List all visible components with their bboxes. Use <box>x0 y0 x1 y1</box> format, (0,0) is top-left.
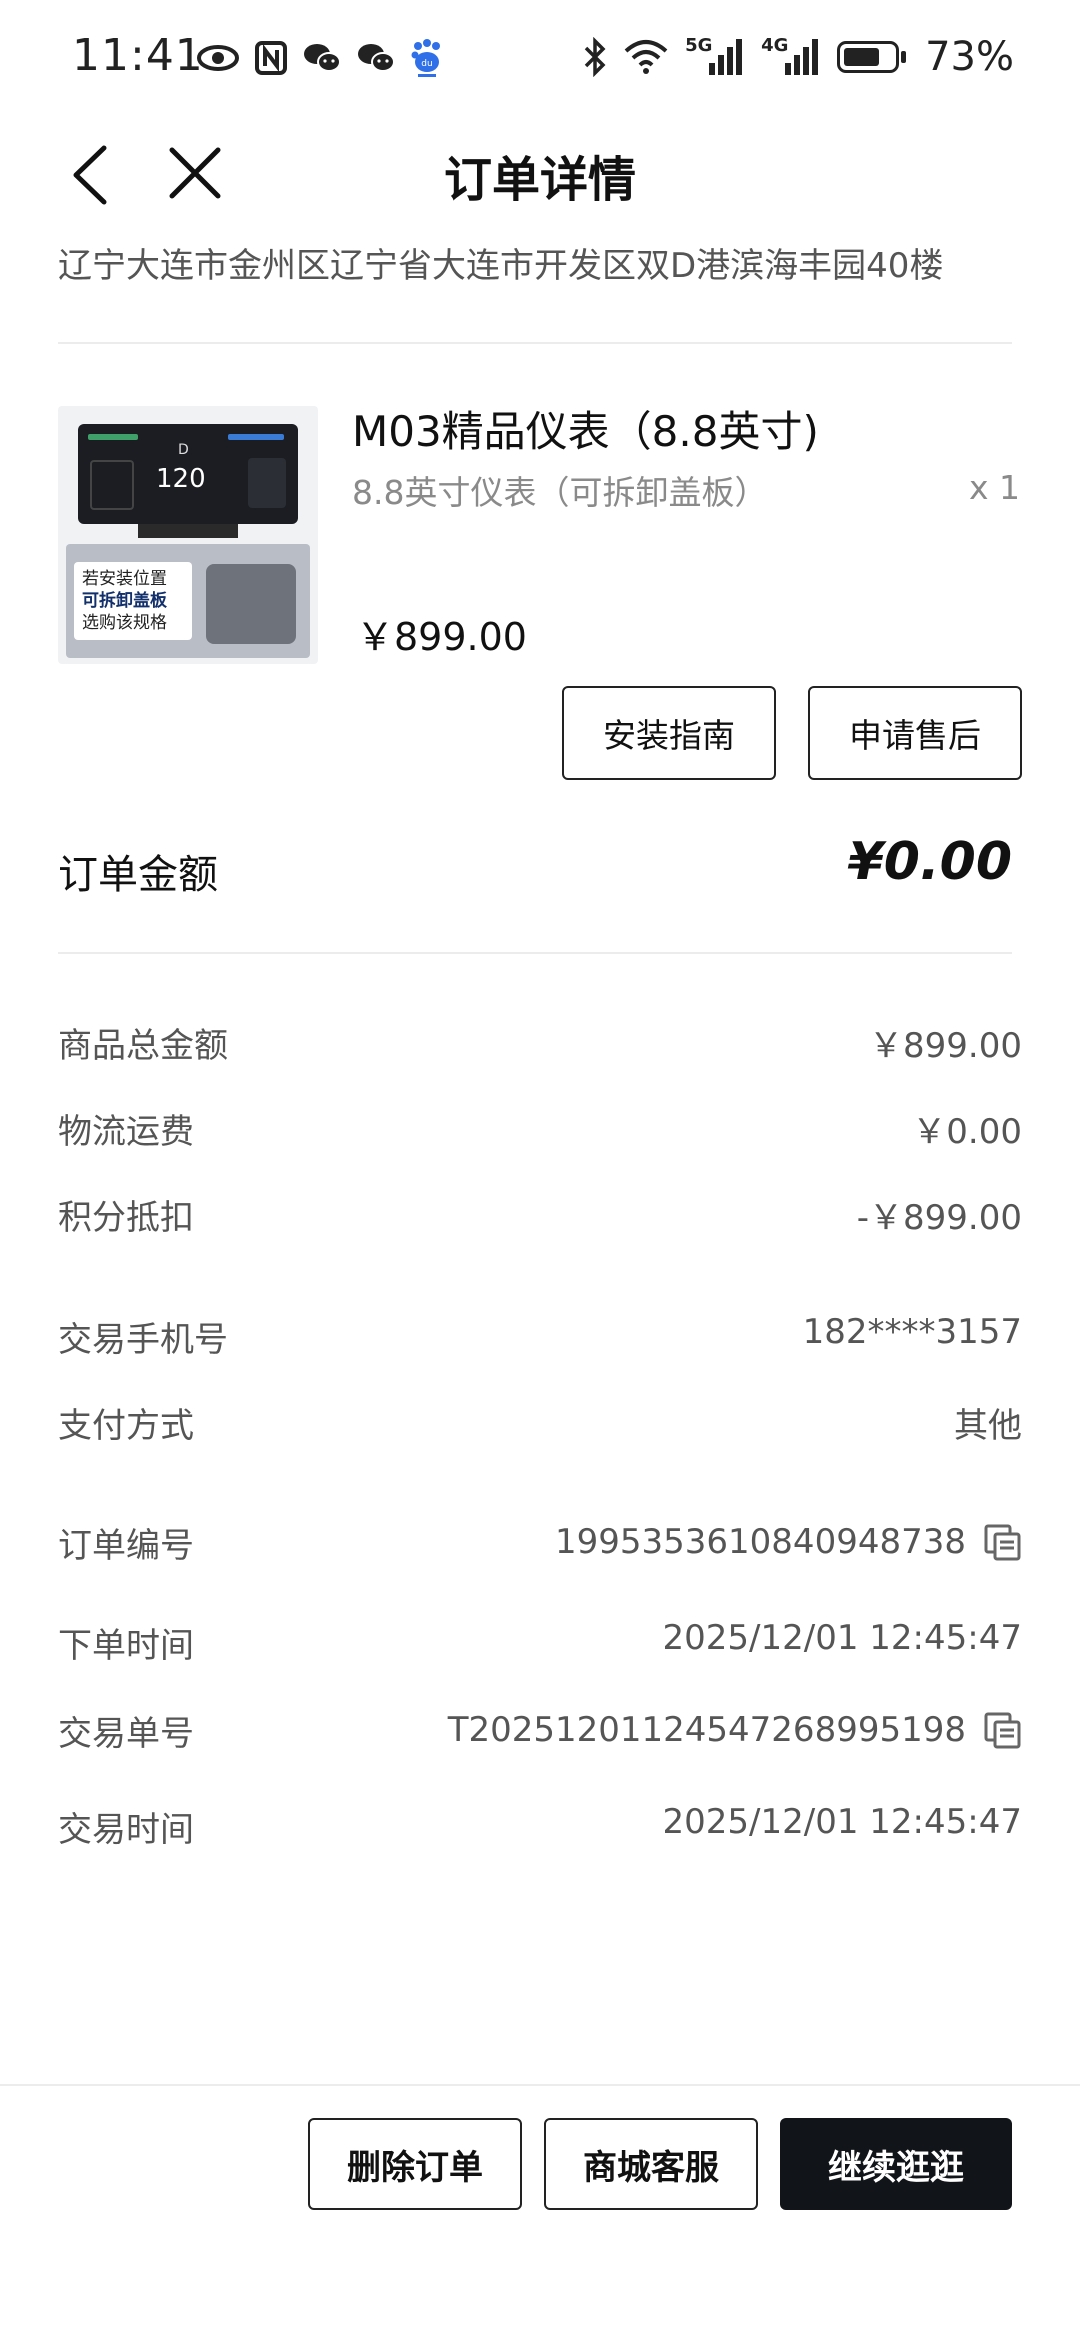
network-4g-label: 4G <box>761 35 789 56</box>
customer-service-button[interactable]: 商城客服 <box>544 2118 758 2210</box>
wechat-icon <box>358 44 395 72</box>
eye-icon <box>197 45 239 71</box>
row-value-text: ￥899.00 <box>869 1026 1022 1066</box>
copy-icon[interactable] <box>982 1522 1022 1562</box>
row-value-text: 其他 <box>954 1406 1022 1446</box>
row-label-phone: 交易手机号 <box>58 1320 228 1360</box>
product-note-line-1: 若安装位置 <box>82 569 167 589</box>
install-guide-button[interactable]: 安装指南 <box>562 686 776 780</box>
shipping-address: 辽宁大连市金州区辽宁省大连市开发区双D港滨海丰园40楼 <box>58 246 944 286</box>
row-value-phone: 182****3157 <box>803 1312 1022 1352</box>
row-value-order-time: 2025/12/01 12:45:47 <box>663 1618 1022 1658</box>
product-note-line-2: 可拆卸盖板 <box>82 591 167 611</box>
dashboard-gear: D <box>178 442 189 458</box>
status-left-icons: du <box>196 38 444 78</box>
battery-percent: 73% <box>925 34 1014 80</box>
row-value-text: 2025/12/01 12:45:47 <box>662 1618 1022 1658</box>
bottom-bar-divider <box>0 2084 1080 2086</box>
row-value-transaction-time: 2025/12/01 12:45:47 <box>663 1802 1022 1842</box>
order-total-value: ¥0.00 <box>847 832 1012 892</box>
product-quantity: x 1 <box>968 468 1020 507</box>
signal-5g-icon: 5G <box>685 35 745 77</box>
battery-icon <box>837 39 909 75</box>
bluetooth-icon <box>584 37 606 77</box>
row-value-goods-total: ￥899.00 <box>869 1018 1022 1067</box>
row-value-text: 2025/12/01 12:45:47 <box>662 1802 1022 1842</box>
order-total-label: 订单金额 <box>58 852 218 898</box>
product-name[interactable]: M03精品仪表（8.8英寸) <box>352 398 819 459</box>
row-label-shipping: 物流运费 <box>58 1112 194 1152</box>
wifi-icon <box>624 40 668 74</box>
dashboard-display: D 120 <box>78 424 298 524</box>
row-value-order-number: 1995353610840948738 <box>555 1522 1022 1562</box>
divider <box>58 952 1012 954</box>
row-value-text: 1995353610840948738 <box>554 1522 966 1562</box>
divider <box>58 342 1012 344</box>
copy-icon[interactable] <box>982 1710 1022 1750</box>
row-label-transaction-number: 交易单号 <box>58 1714 194 1754</box>
row-label-transaction-time: 交易时间 <box>58 1810 194 1850</box>
status-time: 11:41 <box>72 30 204 81</box>
row-label-order-number: 订单编号 <box>58 1526 194 1566</box>
row-value-text: T2025120112454726899519​8 <box>447 1710 966 1750</box>
row-label-points-deduction: 积分抵扣 <box>58 1198 194 1238</box>
row-label-goods-total: 商品总金额 <box>58 1026 228 1066</box>
dashboard-speed: 120 <box>156 464 206 494</box>
product-price: ￥899.00 <box>356 615 527 659</box>
continue-shopping-button[interactable]: 继续逛逛 <box>780 2118 1012 2210</box>
signal-4g-icon: 4G <box>761 35 821 77</box>
row-label-order-time: 下单时间 <box>58 1626 194 1666</box>
nfc-icon <box>255 41 287 75</box>
status-right-icons: 5G 4G 73% <box>583 34 1014 80</box>
page-title: 订单详情 <box>443 152 636 208</box>
status-bar: 11:41 du 5G 4G 73% <box>0 0 1080 120</box>
product-spec: 8.8英寸仪表（可拆卸盖板） <box>352 473 768 512</box>
install-photo: 若安装位置 可拆卸盖板 选购该规格 <box>66 544 310 658</box>
svg-text:du: du <box>421 59 432 69</box>
row-value-points-deduction: -￥899.00 <box>857 1190 1022 1239</box>
after-sale-button[interactable]: 申请售后 <box>808 686 1022 780</box>
row-value-text: ￥0.00 <box>912 1112 1022 1152</box>
product-note-line-3: 选购该规格 <box>82 613 167 633</box>
row-value-payment-method: 其他 <box>954 1398 1022 1447</box>
row-value-transaction-number: T2025120112454726899519​8 <box>448 1710 1022 1750</box>
wechat-icon <box>304 44 341 72</box>
delete-order-button[interactable]: 删除订单 <box>308 2118 522 2210</box>
product-image[interactable]: D 120 若安装位置 可拆卸盖板 选购该规格 <box>58 406 318 664</box>
row-value-shipping: ￥0.00 <box>912 1104 1022 1153</box>
baidu-icon: du <box>411 39 440 77</box>
network-5g-label: 5G <box>685 35 713 56</box>
row-label-payment-method: 支付方式 <box>58 1406 194 1446</box>
row-value-text: 182****3157 <box>802 1312 1022 1352</box>
row-value-text: -￥899.00 <box>856 1198 1022 1238</box>
